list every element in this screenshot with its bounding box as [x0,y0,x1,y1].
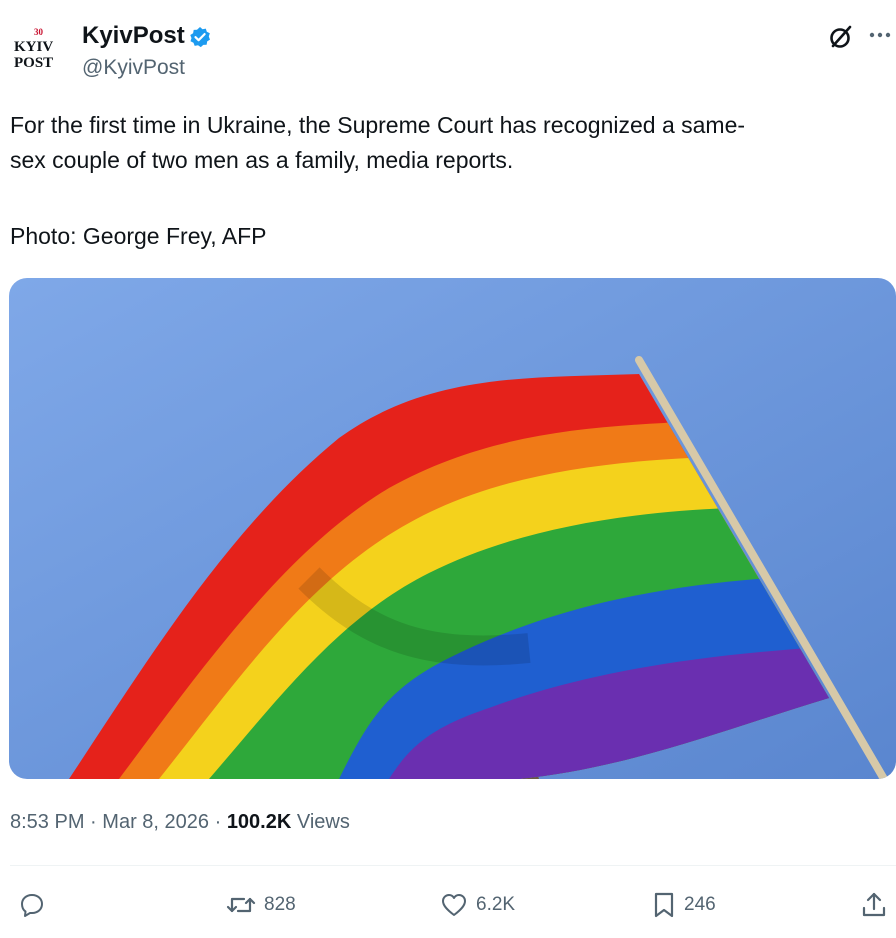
author-handle[interactable]: @KyivPost [82,55,185,81]
tweet-header: 30 KYIV POST KyivPost @KyivPost [0,0,896,90]
svg-text:KYIV: KYIV [14,39,53,55]
views-count: 100.2K [226,811,292,833]
verified-badge-icon[interactable] [189,26,211,48]
bookmark-count: 246 [684,894,716,915]
more-icon[interactable] [866,22,896,48]
action-bar: 828 6.2K 246 [0,882,896,928]
grok-icon[interactable] [828,24,854,50]
tweet-date[interactable]: Mar 8, 2026 [102,811,209,833]
heart-icon [442,894,466,916]
share-button[interactable] [860,890,888,920]
tweet-text-line: sex couple of two men as a family, media… [10,147,514,173]
tweet-time[interactable]: 8:53 PM [10,811,84,833]
tweet-text: For the first time in Ukraine, the Supre… [10,108,890,254]
display-name[interactable]: KyivPost [82,21,185,51]
photo-credit: Photo: George Frey, AFP [10,223,267,249]
like-button[interactable]: 6.2K [440,890,515,920]
divider [10,865,896,866]
tweet-meta: 8:53 PM · Mar 8, 2026 · 100.2K Views [10,809,350,835]
bookmark-icon [654,892,674,918]
meta-separator: · [90,811,97,833]
kyivpost-logo-icon[interactable]: 30 KYIV POST [10,24,66,74]
views-label: Views [296,811,350,833]
svg-text:POST: POST [14,55,53,71]
retweet-button[interactable]: 828 [226,890,296,920]
rainbow-flag-image[interactable] [9,278,896,779]
tweet-text-line: For the first time in Ukraine, the Supre… [10,112,746,138]
retweet-icon [226,897,256,913]
bookmark-button[interactable]: 246 [652,890,716,920]
svg-text:30: 30 [34,27,44,37]
reply-icon [21,894,43,917]
like-count: 6.2K [476,894,516,915]
reply-button[interactable] [18,890,54,920]
retweet-count: 828 [264,894,296,915]
meta-separator: · [214,811,222,833]
share-icon [862,892,886,917]
